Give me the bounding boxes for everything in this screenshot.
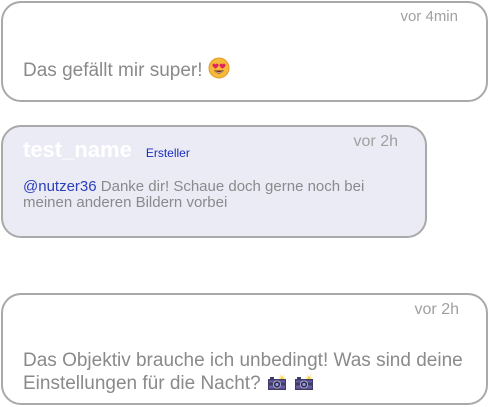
comment-text: Das Objektiv brauche ich unbedingt! Was …	[23, 350, 463, 394]
comment-timestamp: vor 4min	[400, 8, 458, 25]
heart-eyes-emoji-icon	[208, 57, 230, 85]
comment-card: vor 2h Das Objektiv brauche ich unbeding…	[1, 293, 488, 405]
comment-text: Das gefällt mir super!	[23, 60, 203, 81]
camera-with-flash-icon	[293, 374, 315, 398]
comment-list: vor 4min Das gefällt mir super! test_nam…	[0, 0, 489, 407]
camera-with-flash-icon	[266, 374, 288, 398]
author-name[interactable]: test_name	[23, 137, 132, 163]
creator-reply-card: test_name Ersteller vor 2h @nutzer36 Dan…	[1, 125, 427, 238]
author-row: test_name Ersteller	[23, 137, 190, 163]
creator-badge: Ersteller	[145, 146, 190, 160]
comment-text-container: Das gefällt mir super!	[23, 57, 466, 85]
reply-text-container: @nutzer36 Danke dir! Schaue doch gerne n…	[23, 179, 395, 211]
comment-card: vor 4min Das gefällt mir super!	[1, 1, 488, 102]
comment-timestamp: vor 2h	[353, 133, 398, 150]
comment-timestamp: vor 2h	[414, 301, 459, 318]
comment-text-container: Das Objektiv brauche ich unbedingt! Was …	[23, 349, 466, 398]
user-mention-link[interactable]: @nutzer36	[23, 178, 97, 195]
